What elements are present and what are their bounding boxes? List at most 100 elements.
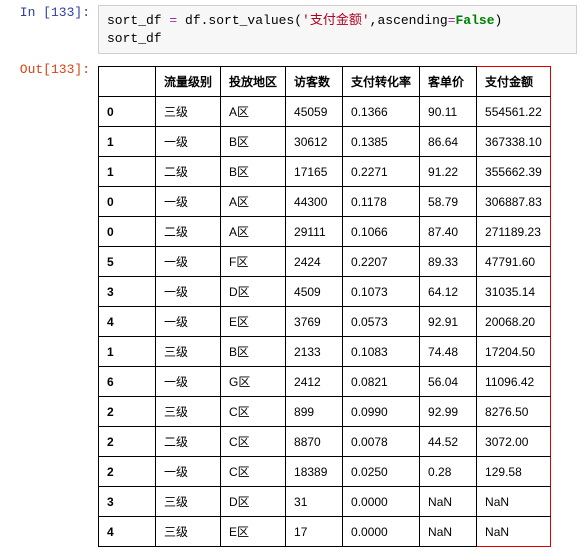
table-row: 5 一级 F区 2424 0.2207 89.33 47791.60 xyxy=(99,247,551,277)
cell: 0.0000 xyxy=(343,517,420,547)
cell: C区 xyxy=(221,397,286,427)
cell: 29111 xyxy=(286,217,343,247)
row-index: 1 xyxy=(99,157,156,187)
cell: 89.33 xyxy=(420,247,477,277)
cell: 8870 xyxy=(286,427,343,457)
code-token: '支付金额' xyxy=(302,13,370,28)
cell: 30612 xyxy=(286,127,343,157)
row-index: 1 xyxy=(99,337,156,367)
cell: 58.79 xyxy=(420,187,477,217)
cell: 17204.50 xyxy=(477,337,551,367)
cell: 92.91 xyxy=(420,307,477,337)
cell: 三级 xyxy=(156,397,221,427)
col-header: 流量级别 xyxy=(156,67,221,97)
cell: 18389 xyxy=(286,457,343,487)
table-row: 3 一级 D区 4509 0.1073 64.12 31035.14 xyxy=(99,277,551,307)
cell: 0.0000 xyxy=(343,487,420,517)
cell: 三级 xyxy=(156,487,221,517)
code-token: ascending xyxy=(377,13,447,28)
cell: 0.1178 xyxy=(343,187,420,217)
cell: 二级 xyxy=(156,427,221,457)
code-token: ) xyxy=(495,13,503,28)
cell: 0.2271 xyxy=(343,157,420,187)
cell: 一级 xyxy=(156,187,221,217)
cell: E区 xyxy=(221,307,286,337)
cell: 4509 xyxy=(286,277,343,307)
input-prompt: In [133]: xyxy=(5,5,98,20)
cell: C区 xyxy=(221,427,286,457)
cell: 0.1385 xyxy=(343,127,420,157)
cell: NaN xyxy=(420,487,477,517)
cell: 0.0573 xyxy=(343,307,420,337)
cell: 56.04 xyxy=(420,367,477,397)
cell: 90.11 xyxy=(420,97,477,127)
cell: NaN xyxy=(477,517,551,547)
cell: 0.1073 xyxy=(343,277,420,307)
dataframe-table: 流量级别 投放地区 访客数 支付转化率 客单价 支付金额 0 三级 A区 450… xyxy=(98,66,551,547)
cell: 271189.23 xyxy=(477,217,551,247)
cell: 899 xyxy=(286,397,343,427)
row-index: 1 xyxy=(99,127,156,157)
cell: NaN xyxy=(420,517,477,547)
row-index: 5 xyxy=(99,247,156,277)
cell: 45059 xyxy=(286,97,343,127)
cell: 74.48 xyxy=(420,337,477,367)
cell: 三级 xyxy=(156,337,221,367)
table-row: 1 三级 B区 2133 0.1083 74.48 17204.50 xyxy=(99,337,551,367)
cell: 一级 xyxy=(156,277,221,307)
cell: 2133 xyxy=(286,337,343,367)
cell: 0.1083 xyxy=(343,337,420,367)
output-area: 流量级别 投放地区 访客数 支付转化率 客单价 支付金额 0 三级 A区 450… xyxy=(98,62,577,547)
cell: 0.0990 xyxy=(343,397,420,427)
cell: 一级 xyxy=(156,127,221,157)
code-token: = xyxy=(162,13,185,28)
table-row: 0 二级 A区 29111 0.1066 87.40 271189.23 xyxy=(99,217,551,247)
cell: 三级 xyxy=(156,97,221,127)
index-header xyxy=(99,67,156,97)
cell: 0.1066 xyxy=(343,217,420,247)
row-index: 6 xyxy=(99,367,156,397)
row-index: 0 xyxy=(99,217,156,247)
cell: 64.12 xyxy=(420,277,477,307)
cell: 三级 xyxy=(156,517,221,547)
col-header: 访客数 xyxy=(286,67,343,97)
cell: 一级 xyxy=(156,307,221,337)
cell: 86.64 xyxy=(420,127,477,157)
cell: 31035.14 xyxy=(477,277,551,307)
cell: 306887.83 xyxy=(477,187,551,217)
table-row: 4 一级 E区 3769 0.0573 92.91 20068.20 xyxy=(99,307,551,337)
row-index: 4 xyxy=(99,517,156,547)
cell: 44.52 xyxy=(420,427,477,457)
cell: E区 xyxy=(221,517,286,547)
cell: F区 xyxy=(221,247,286,277)
cell: 91.22 xyxy=(420,157,477,187)
output-cell: Out[133]: 流量级别 投放地区 访客数 支付转化率 客单价 支付金额 0… xyxy=(5,62,577,547)
table-row: 1 一级 B区 30612 0.1385 86.64 367338.10 xyxy=(99,127,551,157)
input-cell: In [133]: sort_df = df.sort_values('支付金额… xyxy=(5,5,577,54)
cell: 一级 xyxy=(156,247,221,277)
code-token: sort_df xyxy=(107,13,162,28)
cell: 2424 xyxy=(286,247,343,277)
cell: A区 xyxy=(221,217,286,247)
cell: 0.2207 xyxy=(343,247,420,277)
cell: 92.99 xyxy=(420,397,477,427)
col-header: 支付转化率 xyxy=(343,67,420,97)
table-row: 6 一级 G区 2412 0.0821 56.04 11096.42 xyxy=(99,367,551,397)
cell: 一级 xyxy=(156,457,221,487)
cell: B区 xyxy=(221,157,286,187)
table-row: 2 三级 C区 899 0.0990 92.99 8276.50 xyxy=(99,397,551,427)
cell: 0.28 xyxy=(420,457,477,487)
cell: 17165 xyxy=(286,157,343,187)
code-token: df.sort_values xyxy=(185,13,294,28)
cell: D区 xyxy=(221,487,286,517)
code-token: False xyxy=(456,13,495,28)
cell: 367338.10 xyxy=(477,127,551,157)
table-row: 0 三级 A区 45059 0.1366 90.11 554561.22 xyxy=(99,97,551,127)
cell: 8276.50 xyxy=(477,397,551,427)
cell: 554561.22 xyxy=(477,97,551,127)
col-header: 投放地区 xyxy=(221,67,286,97)
code-input[interactable]: sort_df = df.sort_values('支付金额',ascendin… xyxy=(98,5,577,54)
cell: 二级 xyxy=(156,157,221,187)
cell: B区 xyxy=(221,337,286,367)
cell: 17 xyxy=(286,517,343,547)
